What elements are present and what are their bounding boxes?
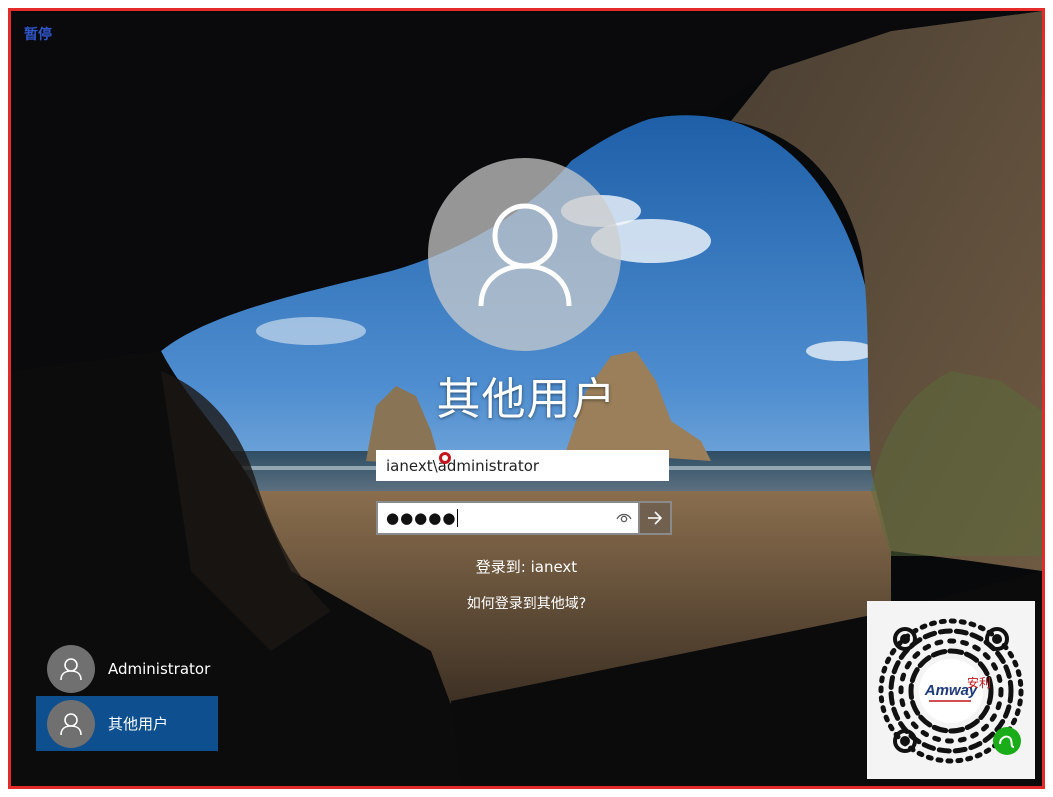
submit-button[interactable] [638,501,672,535]
password-mask: ●●●●● [386,509,457,527]
user-item-other-user[interactable]: 其他用户 [36,696,218,751]
reveal-password-icon[interactable] [616,511,632,529]
sign-in-domain-text: 登录到: ianext [475,558,578,576]
arrow-right-icon [648,511,663,525]
mouse-cursor-marker [439,452,451,464]
user-avatar-small [47,644,95,693]
text-caret [457,509,459,527]
username-input[interactable]: ianext\administrator [376,450,669,481]
screen-frame: 暂停 其他用户 ianext\administrator ●●●●● 登录到: [8,8,1045,789]
svg-text:安利: 安利 [967,675,991,690]
mini-program-qr-code: Amway 安利 [867,601,1035,779]
password-row: ●●●●● [376,501,672,535]
account-heading: 其他用户 [436,374,617,425]
user-avatar [428,158,621,351]
pause-label[interactable]: 暂停 [24,24,52,44]
user-item-administrator[interactable]: Administrator [36,641,218,696]
user-avatar-small [47,699,95,748]
password-input[interactable]: ●●●●● [376,501,638,535]
user-item-label: 其他用户 [108,715,169,733]
user-silhouette-icon [478,203,571,306]
user-silhouette-icon [60,712,82,735]
user-silhouette-icon [60,657,82,680]
user-item-label: Administrator [108,659,211,678]
